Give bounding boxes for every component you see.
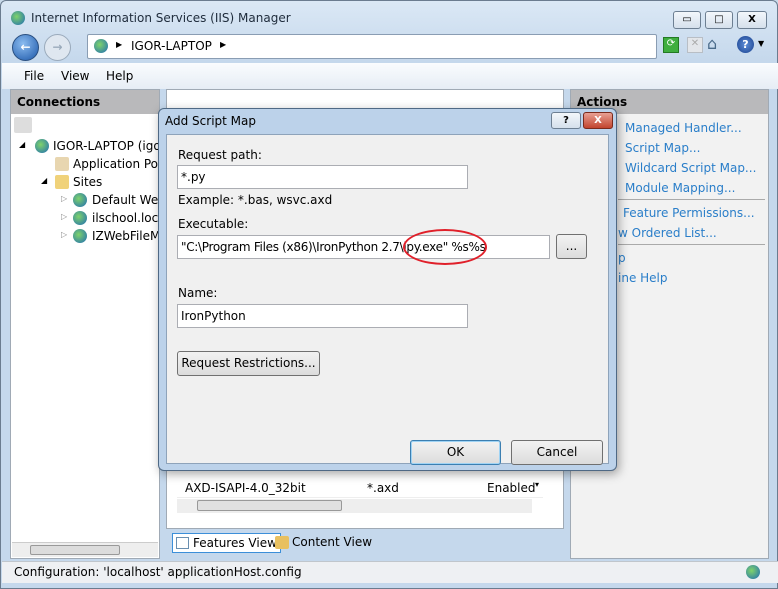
minimize-button[interactable]: ▭: [673, 11, 701, 29]
dialog-help-button[interactable]: ?: [551, 112, 581, 129]
action-edit-feature-permissions[interactable]: Feature Permissions...: [623, 206, 755, 220]
status-bar: Configuration: 'localhost' applicationHo…: [2, 561, 778, 583]
collapse-icon[interactable]: ▷: [61, 212, 67, 221]
browse-button[interactable]: ...: [556, 234, 587, 259]
handler-path: *.axd: [367, 481, 399, 495]
connect-icon[interactable]: [14, 117, 32, 133]
handler-name: AXD-ISAPI-4.0_32bit: [185, 481, 306, 495]
content-view-label: Content View: [292, 535, 373, 549]
menu-file[interactable]: File: [24, 69, 44, 83]
executable-input[interactable]: "C:\Program Files (x86)\IronPython 2.7\i…: [177, 235, 550, 259]
divider: [618, 199, 765, 200]
action-view-ordered-list[interactable]: w Ordered List...: [618, 226, 717, 240]
expand-icon[interactable]: ◢: [19, 140, 25, 149]
stop-icon[interactable]: ✕: [687, 37, 703, 53]
connections-header: Connections: [11, 90, 159, 114]
dialog-title: Add Script Map: [165, 114, 256, 128]
address-bar[interactable]: ▶ IGOR-LAPTOP ▶: [87, 34, 657, 59]
menu-bar: File View Help: [2, 63, 778, 89]
collapse-icon[interactable]: ▷: [61, 194, 67, 203]
back-button[interactable]: ←: [12, 34, 39, 61]
content-view-icon: [275, 536, 289, 549]
horizontal-scrollbar[interactable]: [177, 499, 532, 513]
horizontal-scrollbar[interactable]: [12, 542, 158, 557]
features-view-tab[interactable]: Features View: [172, 533, 281, 553]
name-label: Name:: [178, 286, 218, 300]
tree-node-site[interactable]: Default Web: [92, 193, 166, 207]
help-icon[interactable]: ?: [737, 36, 754, 53]
iis-app-icon: [11, 11, 27, 27]
dialog-body: Request path: *.py Example: *.bas, wsvc.…: [166, 134, 609, 465]
maximize-button[interactable]: □: [705, 11, 733, 29]
refresh-icon[interactable]: ⟳: [663, 37, 679, 53]
tree-node-server[interactable]: IGOR-LAPTOP (igor: [53, 139, 166, 153]
example-text: Example: *.bas, wsvc.axd: [178, 193, 333, 207]
action-add-script-map[interactable]: Script Map...: [625, 141, 700, 155]
request-path-input[interactable]: *.py: [177, 165, 468, 189]
home-icon[interactable]: ⌂: [707, 34, 717, 53]
action-add-managed-handler[interactable]: Managed Handler...: [625, 121, 742, 135]
executable-label: Executable:: [178, 217, 249, 231]
expand-icon[interactable]: ◢: [41, 176, 47, 185]
action-add-module-mapping[interactable]: Module Mapping...: [625, 181, 735, 195]
cancel-button[interactable]: Cancel: [511, 440, 603, 465]
action-online-help[interactable]: ine Help: [618, 271, 668, 285]
table-row[interactable]: AXD-ISAPI-4.0_32bit *.axd Enabled: [177, 478, 543, 498]
tree-node-app-pools[interactable]: Application Poo: [73, 157, 165, 171]
add-script-map-dialog: Add Script Map ? X Request path: *.py Ex…: [158, 108, 617, 471]
request-restrictions-button[interactable]: Request Restrictions...: [177, 351, 320, 376]
breadcrumb-arrow-icon[interactable]: ▶: [220, 40, 226, 49]
close-button[interactable]: X: [737, 11, 767, 29]
features-view-icon: [176, 537, 189, 549]
features-view-label: Features View: [193, 536, 277, 550]
divider: [618, 244, 765, 245]
server-icon: [746, 565, 760, 579]
breadcrumb-igor-laptop[interactable]: IGOR-LAPTOP: [131, 39, 212, 53]
highlight-annotation: [403, 229, 487, 265]
breadcrumb-arrow-icon: ▶: [116, 40, 123, 49]
handler-state: Enabled: [487, 481, 536, 495]
menu-help[interactable]: Help: [106, 69, 133, 83]
dialog-close-button[interactable]: X: [583, 112, 613, 129]
forward-button[interactable]: →: [44, 34, 71, 61]
tree-node-site[interactable]: IZWebFileMa: [92, 229, 168, 243]
action-help[interactable]: p: [618, 251, 626, 265]
server-icon: [94, 39, 108, 53]
menu-view[interactable]: View: [61, 69, 89, 83]
tree-node-site[interactable]: ilschool.loca: [92, 211, 166, 225]
chevron-down-icon[interactable]: ▼: [758, 39, 764, 48]
content-view-tab[interactable]: Content View: [273, 533, 375, 553]
ok-button[interactable]: OK: [410, 440, 501, 465]
collapse-icon[interactable]: ▷: [61, 230, 67, 239]
scroll-down-icon[interactable]: ▾: [535, 480, 539, 489]
name-input[interactable]: IronPython: [177, 304, 468, 328]
status-text: Configuration: 'localhost' applicationHo…: [14, 565, 302, 579]
connections-panel: Connections ◢ IGOR-LAPTOP (igor Applicat…: [10, 89, 168, 559]
tree-node-sites[interactable]: Sites: [73, 175, 102, 189]
window-title: Internet Information Services (IIS) Mana…: [31, 11, 291, 25]
request-path-label: Request path:: [178, 148, 262, 162]
action-add-wildcard-script-map[interactable]: Wildcard Script Map...: [625, 161, 756, 175]
